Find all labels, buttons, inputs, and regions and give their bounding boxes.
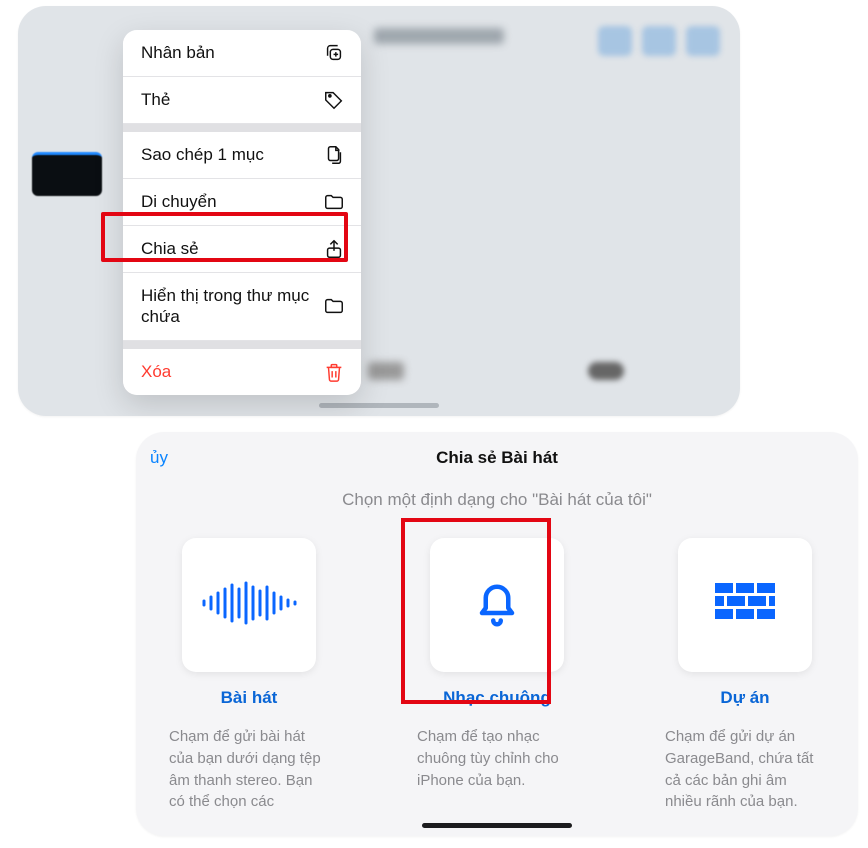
top-screenshot: Nhân bản Thẻ Sao chép 1 mục Di chuyển xyxy=(18,6,740,416)
blurred-element xyxy=(368,362,404,380)
menu-item-show-in-folder[interactable]: Hiển thị trong thư mục chứa xyxy=(123,273,361,341)
home-indicator xyxy=(422,823,572,828)
share-icon xyxy=(323,238,345,260)
menu-separator xyxy=(123,124,361,132)
context-menu: Nhân bản Thẻ Sao chép 1 mục Di chuyển xyxy=(123,30,361,395)
menu-item-tags[interactable]: Thẻ xyxy=(123,77,361,124)
waveform-icon xyxy=(199,579,299,632)
menu-item-share[interactable]: Chia sẻ xyxy=(123,226,361,273)
folder-icon xyxy=(323,191,345,213)
blurred-button xyxy=(598,26,632,56)
option-title: Dự án xyxy=(720,688,769,708)
option-ringtone[interactable]: Nhạc chuông Chạm để tạo nhạc chuông tùy … xyxy=(407,538,587,813)
option-song[interactable]: Bài hát Chạm để gửi bài hát của bạn dưới… xyxy=(159,538,339,813)
duplicate-icon xyxy=(323,42,345,64)
bricks-icon xyxy=(715,573,775,638)
menu-item-label: Thẻ xyxy=(141,89,323,110)
blurred-button xyxy=(686,26,720,56)
blurred-element xyxy=(588,362,624,380)
menu-item-label: Xóa xyxy=(141,361,323,382)
bottom-screenshot: ủy Chia sẻ Bài hát Chọn một định dạng ch… xyxy=(136,432,858,836)
menu-item-duplicate[interactable]: Nhân bản xyxy=(123,30,361,77)
blurred-title xyxy=(374,28,504,44)
option-title: Bài hát xyxy=(221,688,278,708)
menu-separator xyxy=(123,341,361,349)
option-description: Chạm để gửi dự án GarageBand, chứa tất c… xyxy=(665,726,825,813)
project-thumbnail xyxy=(32,152,102,196)
option-description: Chạm để tạo nhạc chuông tùy chỉnh cho iP… xyxy=(417,726,577,791)
menu-item-label: Hiển thị trong thư mục chứa xyxy=(141,285,323,328)
option-card xyxy=(678,538,812,672)
menu-item-label: Chia sẻ xyxy=(141,238,323,259)
tag-icon xyxy=(323,89,345,111)
option-description: Chạm để gửi bài hát của bạn dưới dạng tệ… xyxy=(169,726,329,813)
format-options: Bài hát Chạm để gửi bài hát của bạn dưới… xyxy=(136,538,858,813)
subtitle: Chọn một định dạng cho "Bài hát của tôi" xyxy=(136,490,858,510)
menu-item-label: Sao chép 1 mục xyxy=(141,144,323,165)
option-project[interactable]: Dự án Chạm để gửi dự án GarageBand, chứa… xyxy=(655,538,835,813)
copy-icon xyxy=(323,144,345,166)
blurred-button xyxy=(642,26,676,56)
folder-icon xyxy=(323,295,345,317)
menu-item-label: Nhân bản xyxy=(141,42,323,63)
menu-item-copy[interactable]: Sao chép 1 mục xyxy=(123,132,361,179)
home-indicator xyxy=(319,403,439,408)
page-title: Chia sẻ Bài hát xyxy=(436,448,558,468)
option-title: Nhạc chuông xyxy=(443,688,551,708)
trash-icon xyxy=(323,361,345,383)
menu-item-move[interactable]: Di chuyển xyxy=(123,179,361,226)
blurred-header-buttons xyxy=(598,26,720,56)
option-card xyxy=(430,538,564,672)
bell-icon xyxy=(467,573,527,638)
cancel-button[interactable]: ủy xyxy=(150,448,168,468)
menu-item-delete[interactable]: Xóa xyxy=(123,349,361,395)
nav-bar: ủy Chia sẻ Bài hát xyxy=(136,432,858,484)
option-card xyxy=(182,538,316,672)
menu-item-label: Di chuyển xyxy=(141,191,323,212)
